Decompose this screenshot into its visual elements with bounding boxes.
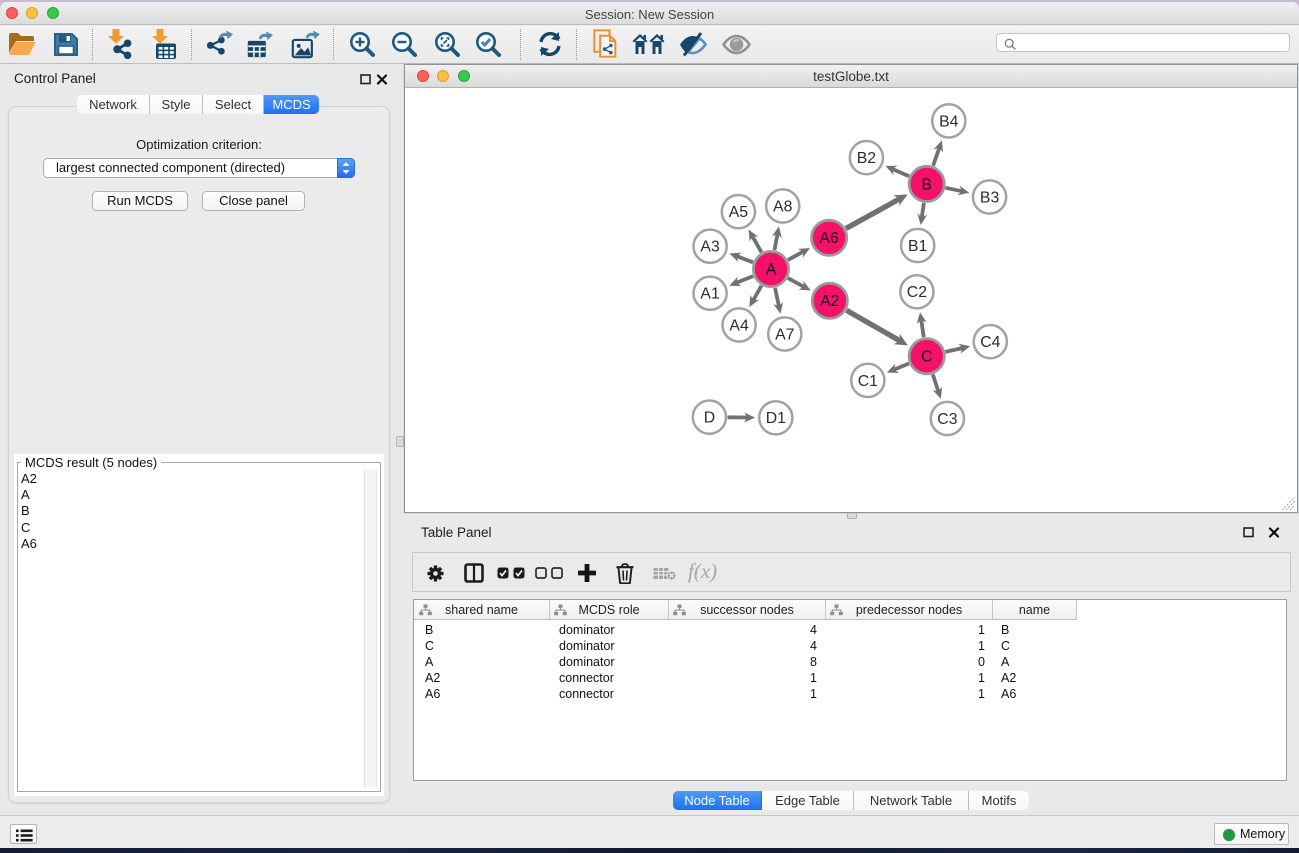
svg-text:B4: B4: [940, 114, 960, 131]
svg-text:A5: A5: [729, 204, 749, 221]
svg-text:A8: A8: [773, 199, 793, 216]
svg-text:D: D: [704, 410, 715, 427]
svg-text:A3: A3: [701, 239, 721, 256]
svg-text:A1: A1: [701, 286, 721, 303]
svg-text:A6: A6: [820, 231, 840, 248]
svg-text:B1: B1: [908, 238, 928, 255]
svg-text:C4: C4: [981, 334, 1001, 351]
svg-text:C1: C1: [858, 373, 878, 390]
svg-text:A7: A7: [776, 327, 795, 344]
svg-text:D1: D1: [766, 411, 786, 428]
svg-text:B2: B2: [857, 150, 876, 167]
svg-text:C: C: [921, 349, 932, 366]
svg-text:A2: A2: [821, 294, 840, 311]
svg-text:B3: B3: [980, 190, 1000, 207]
svg-text:C2: C2: [907, 285, 927, 302]
svg-text:C3: C3: [938, 411, 958, 428]
svg-text:A4: A4: [730, 318, 750, 335]
svg-text:A: A: [766, 262, 777, 279]
svg-text:B: B: [922, 177, 933, 194]
